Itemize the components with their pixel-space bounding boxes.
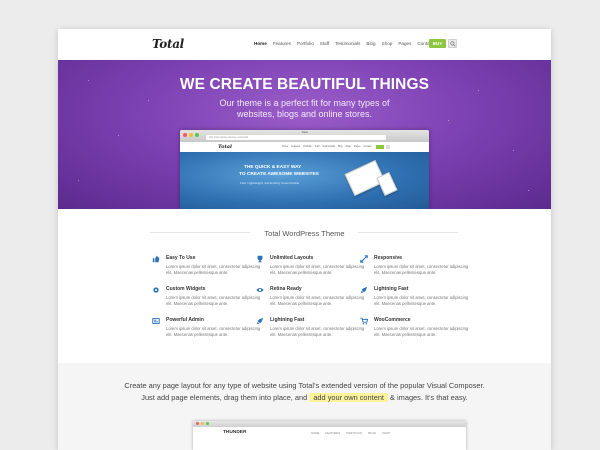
eye-icon (256, 288, 264, 292)
thumbs-up-icon (152, 255, 160, 263)
feature-title: WooCommerce (374, 317, 411, 323)
resize-icon (360, 255, 368, 263)
search-icon (450, 41, 456, 47)
mockup-hero: THE QUICK & EASY WAY TO CREATE AWESOME W… (180, 152, 429, 209)
features-title: Total WordPress Theme (264, 229, 345, 238)
mockup-nav-item: Portfolio (303, 146, 312, 148)
mockup-nav-item: SHOP (382, 431, 390, 435)
mockup-nav-item: Staff (314, 146, 320, 148)
feature-text: Lorem ipsum dolor sit amet, consectetur … (166, 264, 261, 275)
cart-icon (360, 317, 368, 325)
feature-title: Responsive (374, 255, 403, 261)
feature-text: Lorem ipsum dolor sit amet, consectetur … (270, 295, 365, 306)
search-button[interactable] (448, 39, 457, 48)
feature-text: Lorem ipsum dolor sit amet, consectetur … (270, 326, 365, 337)
page-builder-description: Create any page layout for any type of w… (118, 380, 491, 404)
mockup-nav-item: Home (282, 146, 289, 148)
feature-text: Lorem ipsum dolor sit amet, consectetur … (374, 295, 469, 306)
nav-staff[interactable]: Staff (320, 41, 329, 46)
mockup-nav-item: Pages (353, 146, 361, 148)
mockup-tagline: Fast, Lightweight, and Entirely Customiz… (240, 181, 300, 185)
mockup-search-button (386, 145, 390, 149)
feature-text: Lorem ipsum dolor sit amet, consectetur … (270, 264, 365, 275)
hero-subtitle: Our theme is a perfect fit for many type… (188, 98, 421, 120)
nav-pages[interactable]: Pages (398, 41, 411, 46)
site-logo[interactable]: Total (152, 37, 184, 51)
mockup-nav-item: Features (291, 146, 301, 148)
nav-shop[interactable]: Shop (382, 41, 393, 46)
nav-features[interactable]: Features (273, 41, 291, 46)
mockup-nav-item: PORTFOLIO (346, 431, 363, 435)
mockup-nav: HOME FEATURES PORTFOLIO BLOG SHOP (311, 431, 390, 435)
feature-title: Easy To Use (166, 255, 196, 261)
nav-testimonials[interactable]: Testimonials (335, 41, 360, 46)
buy-button[interactable]: BUY (429, 39, 446, 48)
trophy-icon (257, 255, 263, 263)
mockup-buy-button (376, 145, 384, 149)
feature-title: Custom Widgets (166, 286, 206, 292)
feature-title: Lightning Fast (374, 286, 409, 292)
site-header: Total Home Features Portfolio Staff Test… (58, 29, 551, 60)
feature-text: Lorem ipsum dolor sit amet, consectetur … (374, 326, 469, 337)
hero-browser-mockup: Total http://wpexplorer-themes.com/total… (180, 130, 429, 209)
description-text: & images. It's that easy. (390, 393, 468, 402)
feature-title: Retina Ready (270, 286, 302, 292)
mockup-header: Total Home Features Portfolio Staff Test… (180, 142, 429, 152)
mockup-window-title: Total (301, 130, 308, 134)
feature-text: Lorem ipsum dolor sit amet, consectetur … (166, 295, 261, 306)
mockup-nav-item: Blog (337, 146, 343, 148)
mockup-nav: Home Features Portfolio Staff Testimonia… (282, 146, 371, 148)
admin-icon (152, 318, 160, 324)
nav-blog[interactable]: Blog (366, 41, 375, 46)
feature-title: Powerful Admin (166, 317, 204, 323)
hero-subtitle-line: Our theme is a perfect fit for many type… (219, 98, 390, 108)
feature-title: Unlimited Layouts (270, 255, 314, 261)
main-nav: Home Features Portfolio Staff Testimonia… (254, 41, 433, 46)
mockup-logo: Total (218, 144, 232, 150)
feature-title: Lightning Fast (270, 317, 305, 323)
mockup-nav-item: Contact (363, 146, 372, 148)
mockup-nav-item: HOME (311, 431, 320, 435)
mockup-nav-item: BLOG (368, 431, 377, 435)
hero-section: WE CREATE BEAUTIFUL THINGS Our theme is … (58, 60, 551, 209)
rocket-icon (360, 286, 368, 294)
mockup-headline: TO CREATE AWESOME WEBSITES (239, 172, 319, 177)
mockup-nav-item: Shop (345, 146, 351, 148)
mockup-address-bar: http://wpexplorer-themes.com/total/ (206, 135, 386, 140)
highlighted-text: add your own content (309, 393, 388, 402)
nav-home[interactable]: Home (254, 41, 267, 46)
mockup-nav-item: Testimonials (322, 146, 335, 148)
hero-title: WE CREATE BEAUTIFUL THINGS (179, 76, 430, 93)
feature-text: Lorem ipsum dolor sit amet, consectetur … (374, 264, 469, 275)
hero-subtitle-line: websites, blogs and online stores. (236, 109, 373, 119)
mockup-header: THUNDER HOME FEATURES PORTFOLIO BLOG SHO… (193, 427, 466, 439)
gear-icon (153, 287, 159, 293)
rocket-icon (256, 317, 264, 325)
theme-showcase-page: Total Home Features Portfolio Staff Test… (58, 29, 551, 450)
nav-portfolio[interactable]: Portfolio (297, 41, 314, 46)
mockup-logo: THUNDER (223, 430, 247, 435)
mockup-phone-image (376, 171, 398, 197)
feature-text: Lorem ipsum dolor sit amet, consectetur … (166, 326, 261, 337)
mockup-titlebar: Total http://wpexplorer-themes.com/total… (180, 130, 429, 142)
mockup-headline: THE QUICK & EASY WAY (244, 165, 302, 170)
builder-browser-mockup: THUNDER HOME FEATURES PORTFOLIO BLOG SHO… (193, 421, 466, 450)
mockup-nav-item: FEATURES (325, 431, 341, 435)
